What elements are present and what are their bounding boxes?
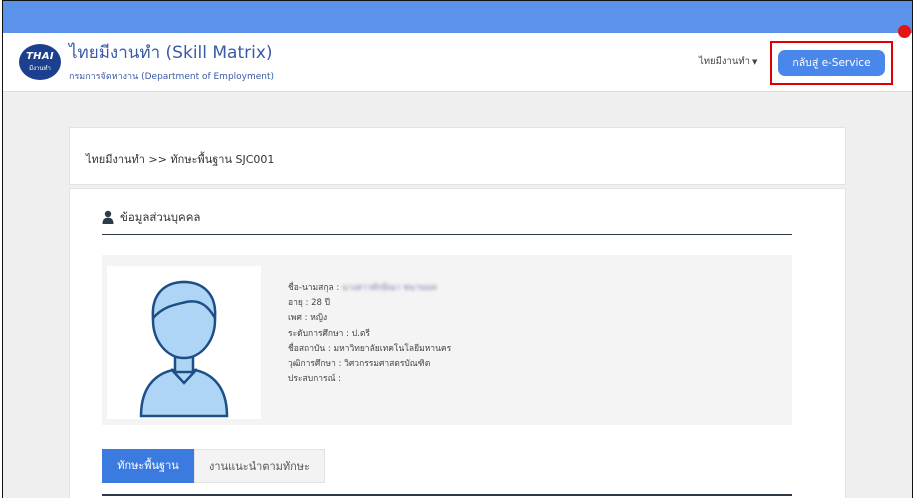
top-strip: [3, 1, 912, 33]
info-row: ประสบการณ์ :: [288, 372, 451, 387]
user-menu-label: ไทยมีงานทำ: [699, 56, 750, 67]
logo-line2: มีงานทำ: [29, 65, 51, 72]
info-row: อายุ : 28 ปี: [288, 296, 451, 311]
info-label: วุฒิการศึกษา :: [288, 358, 342, 369]
info-value: 28 ปี: [311, 298, 331, 309]
info-row: ระดับการศึกษา : ป.ตรี: [288, 327, 451, 342]
info-label: ประสบการณ์ :: [288, 374, 342, 385]
breadcrumb-card: ไทยมีงานทำ >> ทักษะพื้นฐาน SJC001: [69, 127, 846, 185]
tab-recommended-jobs[interactable]: งานแนะนำตามทักษะ: [194, 449, 325, 483]
app-frame: THAI มีงานทำ ไทยมีงานทำ (Skill Matrix) ก…: [2, 0, 913, 498]
info-row: เพศ : หญิง: [288, 311, 451, 326]
tabs-divider: [102, 494, 792, 496]
user-menu[interactable]: ไทยมีงานทำ ▼: [699, 54, 757, 69]
info-value: หญิง: [310, 313, 328, 324]
info-row: วุฒิการศึกษา : วิศวกรรมศาสตรบัณฑิต: [288, 357, 451, 372]
info-value: นางสาวทักษิณา ชนานนท: [341, 283, 437, 293]
site-subtitle: กรมการจัดหางาน (Department of Employment…: [69, 72, 275, 82]
person-icon: [102, 210, 114, 224]
info-label: เพศ :: [288, 313, 308, 324]
section-title: ข้อมูลส่วนบุคคล: [120, 210, 201, 224]
info-value: มหาวิทยาลัยเทคโนโลยีมหานคร: [333, 343, 452, 354]
info-value: วิศวกรรมศาสตรบัณฑิต: [344, 358, 431, 369]
tab-basic-skills[interactable]: ทักษะพื้นฐาน: [102, 449, 194, 483]
info-row: ชื่อ-นามสกุล : นางสาวทักษิณา ชนานนท: [288, 281, 451, 296]
info-label: อายุ :: [288, 298, 309, 309]
caret-down-icon: ▼: [751, 58, 758, 66]
section-header: ข้อมูลส่วนบุคคล: [102, 206, 792, 235]
logo[interactable]: THAI มีงานทำ: [19, 44, 61, 80]
profile-panel: ชื่อ-นามสกุล : นางสาวทักษิณา ชนานนท อายุ…: [102, 255, 792, 425]
site-title[interactable]: ไทยมีงานทำ (Skill Matrix): [69, 39, 273, 66]
info-value: ป.ตรี: [351, 328, 370, 339]
info-label: ชื่อ-นามสกุล :: [288, 283, 340, 293]
eservice-highlight: กลับสู่ e-Service: [770, 41, 893, 85]
info-row: ชื่อสถาบัน : มหาวิทยาลัยเทคโนโลยีมหานคร: [288, 342, 451, 357]
back-to-eservice-button[interactable]: กลับสู่ e-Service: [778, 50, 885, 76]
breadcrumb: ไทยมีงานทำ >> ทักษะพื้นฐาน SJC001: [86, 153, 275, 166]
user-avatar-icon: [139, 280, 229, 418]
annotation-dot: [898, 25, 911, 38]
logo-line1: THAI: [26, 51, 54, 62]
personal-info: ชื่อ-นามสกุล : นางสาวทักษิณา ชนานนท อายุ…: [288, 281, 451, 387]
avatar: [107, 266, 261, 419]
info-label: ระดับการศึกษา :: [288, 328, 350, 339]
profile-card: ข้อมูลส่วนบุคคล ชื่อ-นามสกุล : นางสาวทัก…: [69, 188, 846, 498]
info-label: ชื่อสถาบัน :: [288, 343, 331, 354]
navbar: THAI มีงานทำ ไทยมีงานทำ (Skill Matrix) ก…: [3, 33, 912, 92]
